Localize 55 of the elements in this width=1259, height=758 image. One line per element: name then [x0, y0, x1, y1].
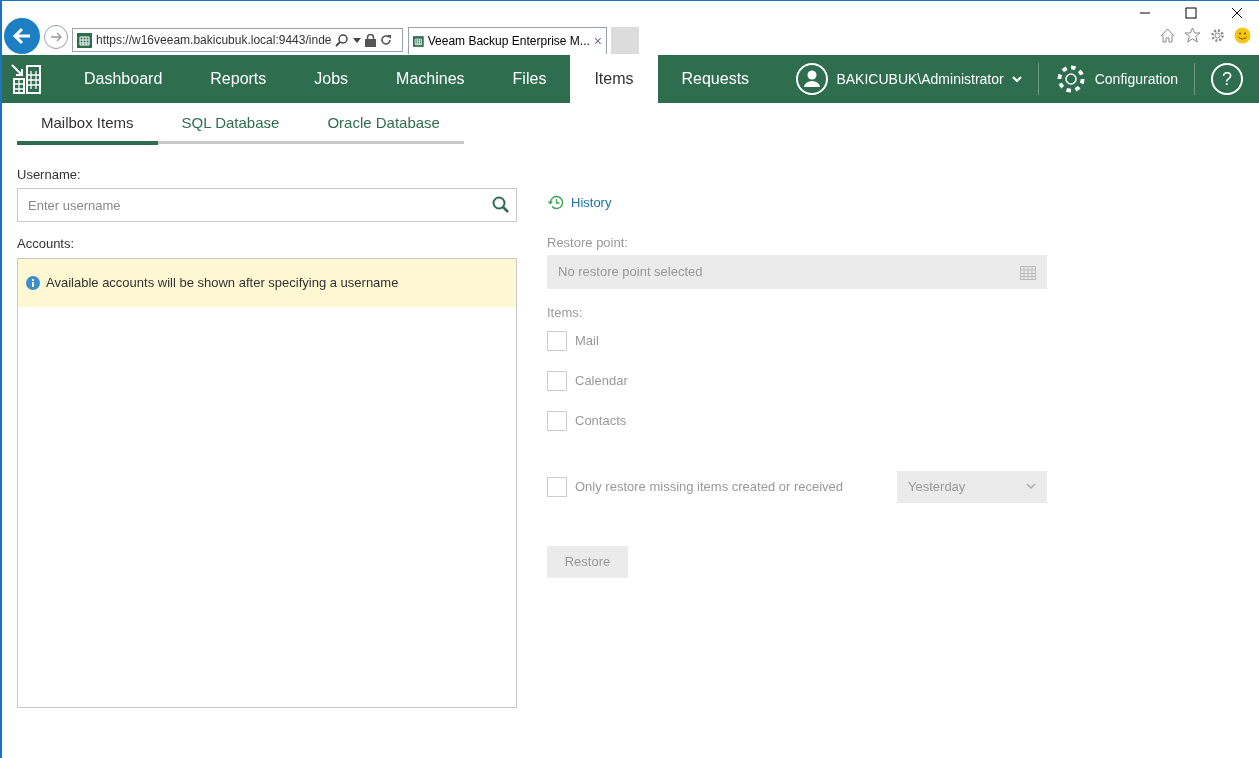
checkbox[interactable]	[547, 330, 567, 351]
chevron-down-icon	[1026, 483, 1036, 490]
app-logo-icon	[10, 63, 42, 95]
search-icon[interactable]	[335, 33, 349, 47]
configuration-button[interactable]: Configuration	[1038, 63, 1194, 95]
nav-tab[interactable]: Reports	[186, 55, 291, 103]
checkbox-label: Mail	[575, 331, 599, 350]
tab[interactable]: Oracle Database	[303, 112, 464, 144]
checkbox[interactable]	[547, 476, 567, 497]
checkbox-label: Contacts	[575, 411, 627, 430]
address-bar[interactable]: https://w16veeam.bakicubuk.local:9443/inde	[72, 28, 403, 52]
close-tab-button[interactable]: ×	[593, 30, 602, 52]
field-label: Items:	[547, 304, 584, 322]
smiley-icon[interactable]	[1234, 27, 1251, 44]
checkbox-label: Only restore missing items created or received	[575, 477, 845, 496]
refresh-icon[interactable]	[380, 34, 392, 46]
tab[interactable]: Mailbox Items	[17, 112, 158, 145]
nav-tab[interactable]: Machines	[372, 55, 489, 103]
dropdown-caret-icon[interactable]	[353, 37, 361, 43]
close-icon[interactable]	[1231, 7, 1243, 19]
checkbox-label: Calendar	[575, 371, 628, 390]
nav-tab[interactable]: Dashboard	[60, 55, 187, 103]
back-button[interactable]	[4, 18, 40, 54]
user-avatar-icon	[796, 63, 829, 95]
site-icon	[413, 33, 424, 49]
help-button[interactable]: ?	[1211, 63, 1243, 95]
arrow-left-icon	[11, 25, 33, 47]
checkbox[interactable]	[547, 370, 567, 391]
tab-title: Veeam Backup Enterprise M...	[427, 33, 590, 50]
field-label: Username:	[17, 165, 82, 184]
star-icon[interactable]	[1184, 27, 1201, 44]
user-menu[interactable]: BAKICUBUK\Administrator	[796, 63, 1038, 95]
browser-tab[interactable]: Veeam Backup Enterprise M... ×	[408, 27, 607, 54]
search-icon[interactable]	[492, 196, 509, 213]
site-icon	[77, 32, 92, 48]
url-text: https://w16veeam.bakicubuk.local:9443/inde	[96, 32, 331, 49]
history-icon	[547, 195, 563, 211]
checkbox[interactable]	[547, 410, 567, 431]
home-icon[interactable]	[1159, 27, 1176, 44]
lock-icon	[365, 33, 376, 47]
maximize-icon[interactable]	[1185, 7, 1197, 19]
info-icon	[26, 275, 40, 290]
username-field[interactable]: Enter username	[17, 188, 517, 222]
nav-tab[interactable]: Jobs	[290, 55, 373, 103]
nav-tab[interactable]: Items	[570, 55, 658, 103]
arrow-right-icon	[49, 30, 63, 44]
nav-tab[interactable]: Files	[488, 55, 571, 103]
history-link[interactable]: History	[547, 193, 1047, 213]
chevron-down-icon	[1011, 75, 1022, 83]
nav-tab[interactable]: Requests	[657, 55, 774, 103]
field-label: Restore point:	[547, 233, 629, 252]
tab[interactable]: SQL Database	[157, 112, 304, 144]
gear-icon[interactable]	[1209, 27, 1226, 44]
field-label: Accounts:	[17, 235, 76, 253]
notice-text: Available accounts will be shown after specifying a username	[46, 273, 399, 292]
